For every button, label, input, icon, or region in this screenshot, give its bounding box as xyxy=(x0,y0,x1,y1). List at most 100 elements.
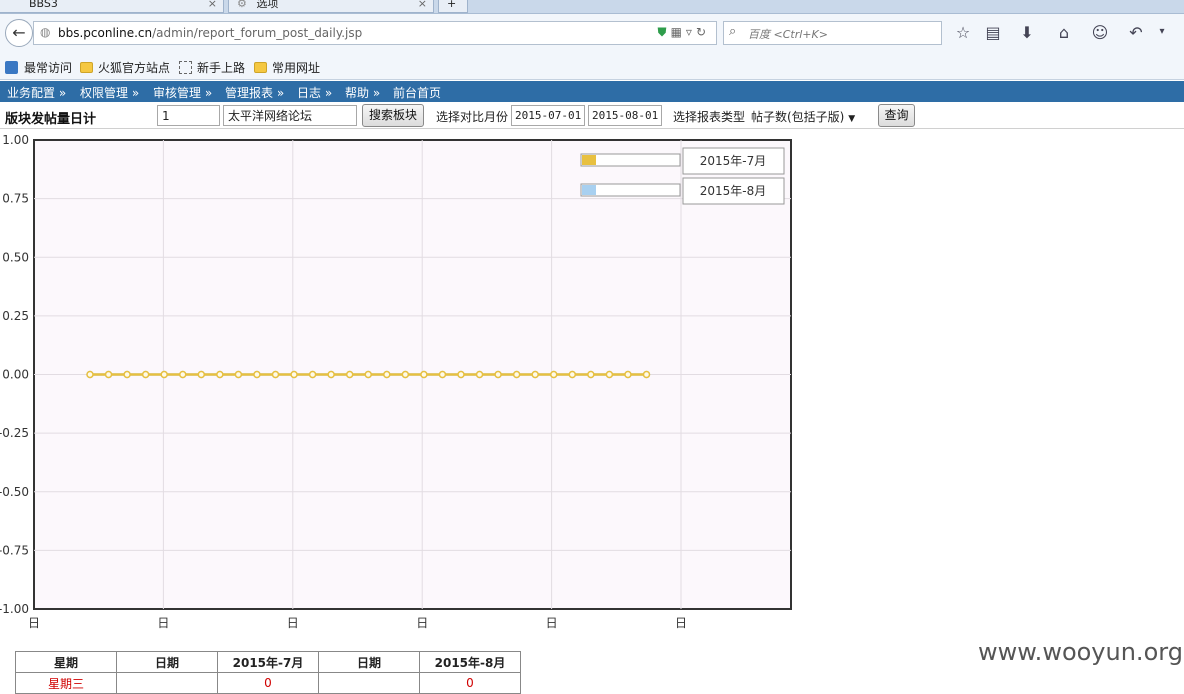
data-point xyxy=(308,370,317,379)
report-type-value: 帖子数(包括子版) xyxy=(751,110,845,124)
data-point xyxy=(512,370,521,379)
y-axis: 1.00 0.75 0.50 0.25 0.00 -0.25 -0.50 -0.75 -1.00 xyxy=(0,133,29,616)
dropdown-icon[interactable]: ▿ xyxy=(686,25,696,39)
search-forum-button[interactable]: 搜索板块 xyxy=(362,104,424,127)
tab-close-icon[interactable]: × xyxy=(418,0,427,12)
globe-icon: ◍ xyxy=(40,25,51,39)
back-button[interactable]: ← xyxy=(5,19,33,47)
data-point xyxy=(123,370,131,379)
folder-icon xyxy=(254,62,267,73)
bookmark-firefox-official[interactable]: 火狐官方站点 xyxy=(80,59,170,76)
table-header: 2015年-7月 xyxy=(217,651,319,673)
legend-swatch xyxy=(582,155,596,165)
search-bar[interactable]: ⌕ 百度 <Ctrl+K> xyxy=(723,21,942,45)
url-bar-icons: ⛊▦▿↻ xyxy=(658,25,710,40)
bookmark-most-visited[interactable]: 最常访问 xyxy=(5,59,72,76)
bookmark-label: 火狐官方站点 xyxy=(98,61,171,75)
chat-icon[interactable]: ☺ xyxy=(1089,23,1111,42)
data-point xyxy=(401,370,410,379)
x-tick-label: 日 xyxy=(546,616,558,630)
x-tick-label: 日 xyxy=(28,616,40,630)
y-tick-label: 0.75 xyxy=(2,192,29,206)
table-header: 2015年-8月 xyxy=(419,651,521,673)
table-cell xyxy=(318,672,420,694)
menu-reports[interactable]: 管理报表 » xyxy=(225,84,284,101)
y-tick-label: 0.50 xyxy=(2,250,29,264)
y-tick-label: 1.00 xyxy=(2,133,29,147)
menu-permissions[interactable]: 权限管理 » xyxy=(80,84,139,101)
undo-icon[interactable]: ↶ xyxy=(1125,23,1147,42)
bookmark-label: 常用网址 xyxy=(272,61,321,75)
table-header: 日期 xyxy=(318,651,420,673)
report-type-label: 选择报表类型 xyxy=(673,110,746,124)
data-point xyxy=(494,370,502,379)
month2-input[interactable] xyxy=(588,105,662,126)
data-point xyxy=(86,370,94,379)
forum-name-input[interactable] xyxy=(223,105,357,126)
folder-icon xyxy=(80,62,93,73)
table-row: 星期三 0 0 xyxy=(15,672,521,694)
table-cell: 星期三 xyxy=(15,672,117,694)
table-header: 日期 xyxy=(116,651,218,673)
reading-list-icon[interactable]: ▤ xyxy=(982,23,1004,42)
y-tick-label: 0.00 xyxy=(2,368,29,382)
data-point xyxy=(550,370,558,379)
qr-code-icon[interactable]: ▦ xyxy=(671,25,686,39)
bookmark-common-sites[interactable]: 常用网址 xyxy=(254,59,320,76)
plus-icon: + xyxy=(447,0,457,10)
data-point xyxy=(568,370,577,379)
home-icon[interactable]: ⌂ xyxy=(1053,23,1075,42)
data-point xyxy=(624,370,632,379)
data-point xyxy=(141,370,150,379)
report-type-select[interactable]: 帖子数(包括子版) ▼ xyxy=(751,108,855,125)
y-tick-label: -0.50 xyxy=(0,485,29,499)
url-bar[interactable]: ◍ bbs.pconline.cn/admin/report_forum_pos… xyxy=(33,21,717,45)
page-icon xyxy=(179,61,192,74)
data-point xyxy=(253,370,261,379)
stats-table: 星期 日期 2015年-7月 日期 2015年-8月 星期三 0 0 xyxy=(15,651,521,694)
bookmark-getting-started[interactable]: 新手上路 xyxy=(179,59,245,76)
new-tab-button[interactable]: + xyxy=(438,0,468,13)
tab-close-icon[interactable]: × xyxy=(208,0,217,12)
reload-icon[interactable]: ↻ xyxy=(696,25,710,39)
y-tick-label: -0.25 xyxy=(0,426,29,440)
menu-help[interactable]: 帮助 » xyxy=(345,84,380,101)
data-point xyxy=(383,370,391,379)
most-visited-icon xyxy=(5,61,18,74)
back-arrow-icon: ← xyxy=(12,23,26,42)
download-icon[interactable]: ⬇ xyxy=(1016,23,1038,42)
data-point xyxy=(642,370,651,379)
data-point xyxy=(531,370,539,379)
data-point xyxy=(605,370,614,379)
data-point xyxy=(160,370,168,379)
url-path: /admin/report_forum_post_daily.jsp xyxy=(152,26,363,40)
data-point xyxy=(438,370,447,379)
table-header-row: 星期 日期 2015年-7月 日期 2015年-8月 xyxy=(15,651,521,673)
compare-month-label: 选择对比月份 xyxy=(436,110,509,124)
x-tick-label: 日 xyxy=(287,616,299,630)
star-icon[interactable]: ☆ xyxy=(952,23,974,42)
url-host: bbs.pconline.cn xyxy=(58,26,153,40)
menu-review[interactable]: 审核管理 » xyxy=(153,84,212,101)
gear-icon: ⚙ xyxy=(237,0,247,10)
data-point xyxy=(364,370,372,379)
data-point xyxy=(197,370,206,379)
chevron-down-icon: ▼ xyxy=(848,114,856,124)
post-count-chart: 1.00 0.75 0.50 0.25 0.00 -0.25 -0.50 -0.75 -1.00… xyxy=(0,133,792,630)
menu-logs[interactable]: 日志 » xyxy=(297,84,332,101)
forum-id-input[interactable] xyxy=(157,105,220,126)
data-point xyxy=(271,370,280,379)
month1-input[interactable] xyxy=(511,105,585,126)
shield-icon[interactable]: ⛊ xyxy=(658,25,671,39)
menu-business-config[interactable]: 业务配置 » xyxy=(7,84,66,101)
data-point xyxy=(327,370,335,379)
legend-label: 2015年-8月 xyxy=(700,184,767,198)
browser-tab-strip: BBS3 × ⚙ 选项 × + xyxy=(0,0,1184,14)
menu-frontpage[interactable]: 前台首页 xyxy=(393,84,441,101)
query-button[interactable]: 查询 xyxy=(878,104,915,127)
tab-options[interactable]: ⚙ 选项 × xyxy=(228,0,434,13)
y-tick-label: 0.25 xyxy=(2,309,29,323)
menu-dropdown-icon[interactable]: ▾ xyxy=(1151,26,1173,37)
tab-bbs3[interactable]: BBS3 × xyxy=(0,0,224,13)
x-tick-label: 日 xyxy=(157,616,169,630)
